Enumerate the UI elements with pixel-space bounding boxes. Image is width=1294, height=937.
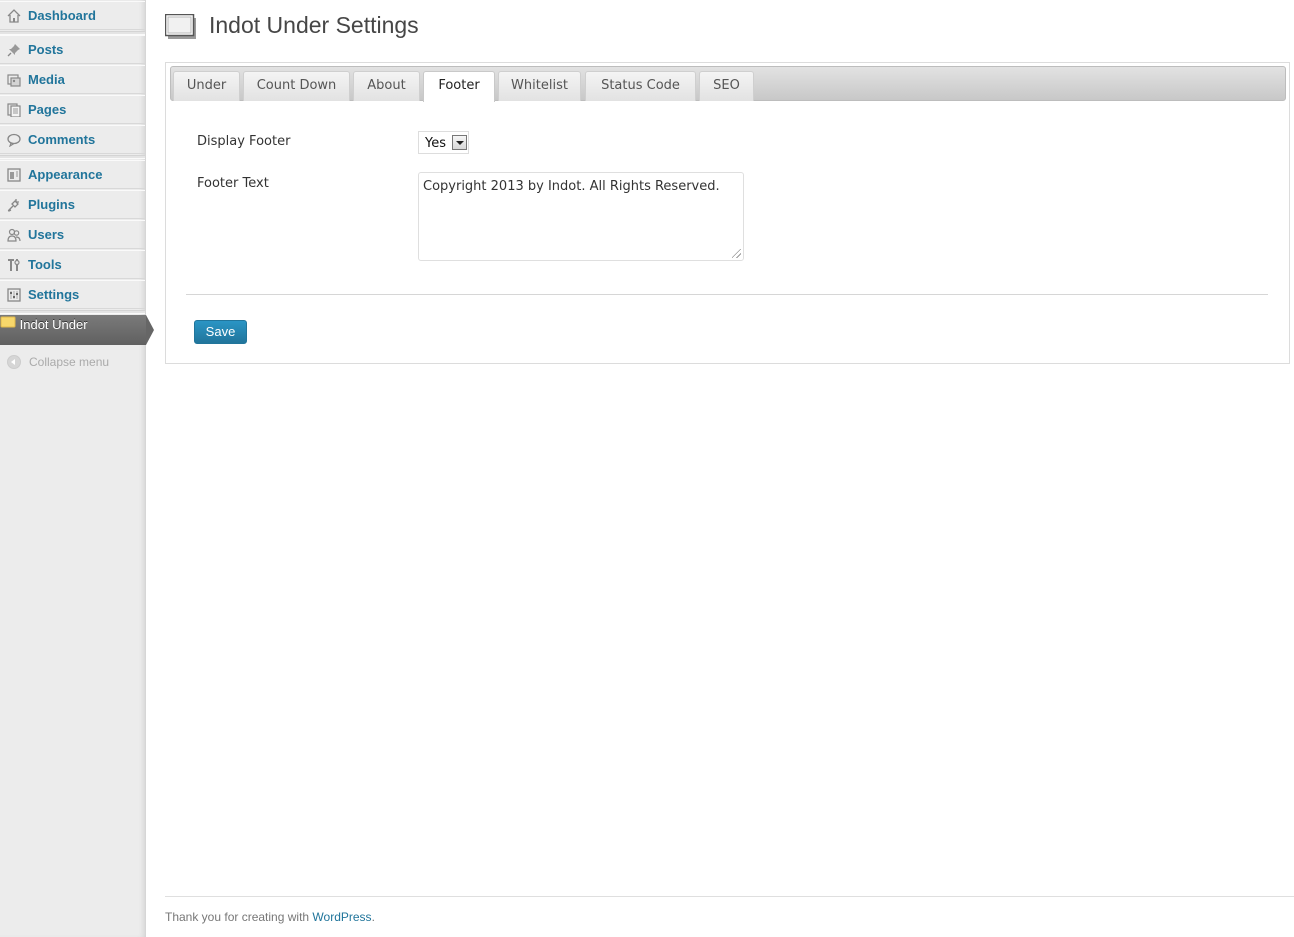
sidebar-item-label: Posts (28, 42, 64, 57)
page-icon (165, 14, 196, 39)
sidebar-item-appearance[interactable]: Appearance (0, 160, 145, 189)
tab-under[interactable]: Under (173, 71, 240, 101)
comments-icon (7, 133, 21, 147)
menu-separator (0, 310, 145, 314)
display-footer-select[interactable]: Yes (418, 131, 469, 154)
settings-panel: Under Count Down About Footer Whitelist … (165, 62, 1290, 364)
tools-icon (8, 259, 20, 271)
admin-sidebar: Dashboard Posts Media Pages Comments App… (0, 0, 154, 937)
sidebar-item-settings[interactable]: Settings (0, 280, 145, 309)
resize-grip-icon[interactable] (732, 249, 741, 258)
tab-status-code[interactable]: Status Code (585, 71, 696, 101)
footer-text-label: Footer Text (197, 176, 269, 191)
sidebar-item-tools[interactable]: Tools (0, 250, 145, 279)
sidebar-item-dashboard[interactable]: Dashboard (0, 1, 145, 30)
menu-separator (0, 155, 145, 159)
footer-text-field[interactable]: Copyright 2013 by Indot. All Rights Rese… (418, 172, 744, 261)
sidebar-item-plugins[interactable]: Plugins (0, 190, 145, 219)
sidebar-item-indot-under[interactable]: Indot Under (0, 315, 154, 345)
sidebar-item-comments[interactable]: Comments (0, 125, 145, 154)
settings-icon (7, 288, 21, 302)
appearance-icon (7, 168, 21, 182)
users-icon (7, 228, 21, 242)
tab-footer[interactable]: Footer (423, 71, 495, 102)
tab-whitelist[interactable]: Whitelist (498, 71, 581, 101)
tab-bar: Under Count Down About Footer Whitelist … (170, 66, 1286, 102)
sidebar-item-label: Pages (28, 102, 67, 117)
save-button[interactable]: Save (194, 320, 247, 344)
sidebar-item-label: Media (28, 72, 65, 87)
footer-credit-text: Thank you for creating with (165, 910, 310, 924)
sidebar-item-label: Users (28, 227, 65, 242)
sidebar-item-media[interactable]: Media (0, 65, 145, 94)
collapse-arrow-icon (7, 355, 21, 369)
plugin-icon (7, 199, 19, 212)
dashboard-icon (7, 9, 21, 23)
sidebar-item-label: Settings (28, 287, 80, 302)
sidebar-item-pages[interactable]: Pages (0, 95, 145, 124)
indot-under-icon (0, 316, 16, 328)
sidebar-item-users[interactable]: Users (0, 220, 145, 249)
media-icon (7, 74, 21, 87)
sidebar-item-posts[interactable]: Posts (0, 35, 145, 64)
chevron-down-icon (452, 135, 467, 150)
tab-seo[interactable]: SEO (699, 71, 754, 101)
collapse-menu-button[interactable]: Collapse menu (0, 350, 145, 374)
footer-credit-suffix: . (371, 910, 375, 924)
sidebar-item-label: Dashboard (28, 8, 96, 23)
display-footer-value: Yes (425, 136, 446, 151)
footer-credit: Thank you for creating with WordPress. (165, 910, 375, 924)
display-footer-label: Display Footer (197, 134, 291, 149)
page-title: Indot Under Settings (209, 12, 419, 38)
sidebar-item-label: Plugins (28, 197, 75, 212)
tab-count-down[interactable]: Count Down (243, 71, 350, 101)
collapse-menu-label: Collapse menu (29, 355, 110, 369)
footer-divider (165, 896, 1294, 897)
tab-about[interactable]: About (353, 71, 420, 101)
pushpin-icon (7, 44, 20, 57)
divider (186, 294, 1268, 295)
sidebar-item-label: Comments (28, 132, 96, 147)
sidebar-item-label: Appearance (28, 167, 103, 182)
sidebar-item-label: Tools (28, 257, 62, 272)
wordpress-link[interactable]: WordPress (312, 910, 371, 924)
pages-icon (7, 103, 21, 117)
sidebar-item-label: Indot Under (19, 317, 88, 332)
